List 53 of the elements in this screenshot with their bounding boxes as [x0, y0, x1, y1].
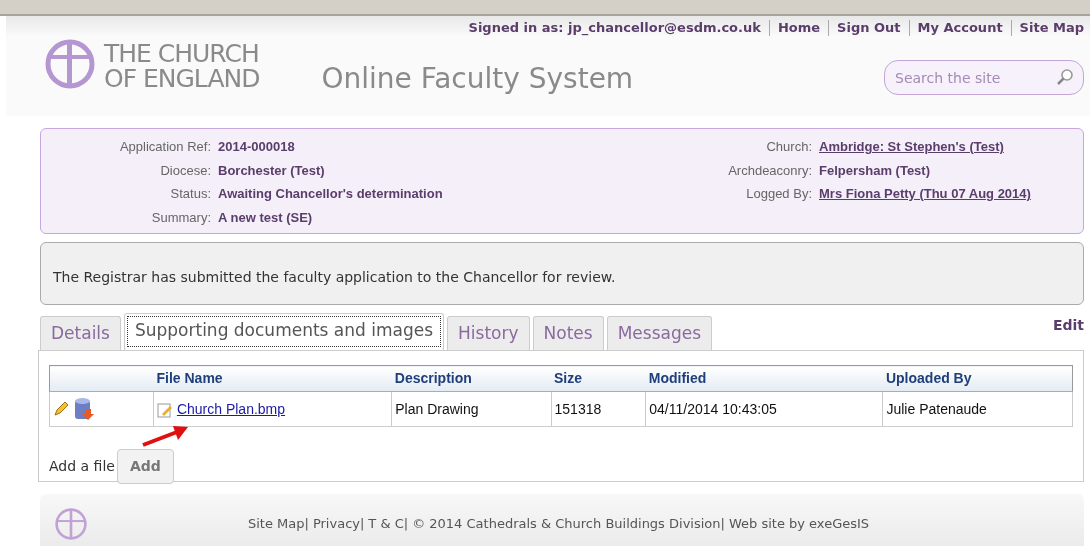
pencil-icon[interactable] [53, 401, 69, 417]
column-header: File Name [153, 365, 392, 392]
table-cell: Plan Drawing [391, 391, 552, 427]
cross-logo-icon [54, 507, 88, 541]
field-label: Application Ref: [118, 138, 211, 156]
field-label: Diocese: [159, 161, 211, 180]
field-value: Borchester (Test) [218, 161, 326, 180]
header-link[interactable]: My Account [917, 18, 1003, 38]
arrow-drawing [141, 425, 189, 447]
table-cell: Julie Patenaude [882, 391, 1073, 427]
tab[interactable]: Notes [532, 315, 604, 350]
edit-link[interactable]: Edit [1052, 315, 1084, 336]
footer-link[interactable]: T & C| [368, 514, 409, 534]
field-value: Awaiting Chancellor's determination [218, 185, 444, 203]
tab[interactable]: Messages [606, 315, 713, 350]
header-link[interactable]: Sign Out [837, 18, 901, 38]
search-field[interactable]: Search the site [884, 60, 1084, 95]
field-link[interactable]: Mrs Fiona Petty (Thu 07 Aug 2014) [819, 182, 1083, 206]
footer-link[interactable]: Web site by exeGesIS [728, 514, 870, 534]
tab[interactable]: Supporting documents and images [123, 313, 445, 350]
field-label: Logged By: [745, 185, 812, 203]
footer-link[interactable]: Site Map| [248, 514, 309, 534]
field-label: Church: [765, 138, 812, 156]
cross-logo-icon [44, 38, 96, 90]
column-header: Description [391, 365, 552, 392]
field-label: Status: [169, 185, 211, 203]
logo-text: THE CHURCH [104, 41, 260, 66]
document-icon [157, 401, 173, 418]
database-download-icon[interactable] [72, 397, 95, 421]
column-header: Modified [645, 365, 883, 392]
field-label: Summary: [150, 208, 211, 227]
column-header: Size [551, 365, 646, 392]
page-title: Online Faculty System [321, 61, 634, 97]
field-label: Archdeaconry: [727, 161, 812, 180]
tab[interactable]: Details [40, 315, 121, 350]
table-cell: 04/11/2014 10:43:05 [645, 391, 883, 427]
field-value: Felpersham (Test) [819, 161, 931, 180]
search-icon [1056, 68, 1074, 86]
header-link[interactable]: Site Map [1019, 18, 1084, 38]
footer-link[interactable]: © 2014 Cathedrals & Church Buildings Division| [412, 514, 725, 534]
add-file-label: Add a file [49, 457, 115, 476]
field-link[interactable]: Ambridge: St Stephen's (Test) [819, 135, 1083, 159]
logo-text: OF ENGLAND [104, 66, 260, 91]
signed-in-text: Signed in as: jp_chancellor@esdm.co.uk [468, 19, 761, 38]
tab[interactable]: History [447, 315, 530, 350]
footer-link[interactable]: Privacy| [312, 514, 365, 534]
field-value: 2014-000018 [218, 138, 296, 156]
add-button[interactable]: Add [116, 449, 174, 484]
column-header: Uploaded By [882, 365, 1073, 392]
table-cell: 151318 [551, 391, 646, 427]
status-message: The Registrar has submitted the faculty application to the Chancellor for review. [40, 242, 1084, 305]
header-link[interactable]: Home [777, 18, 821, 38]
field-value: A new test (SE) [218, 208, 314, 227]
